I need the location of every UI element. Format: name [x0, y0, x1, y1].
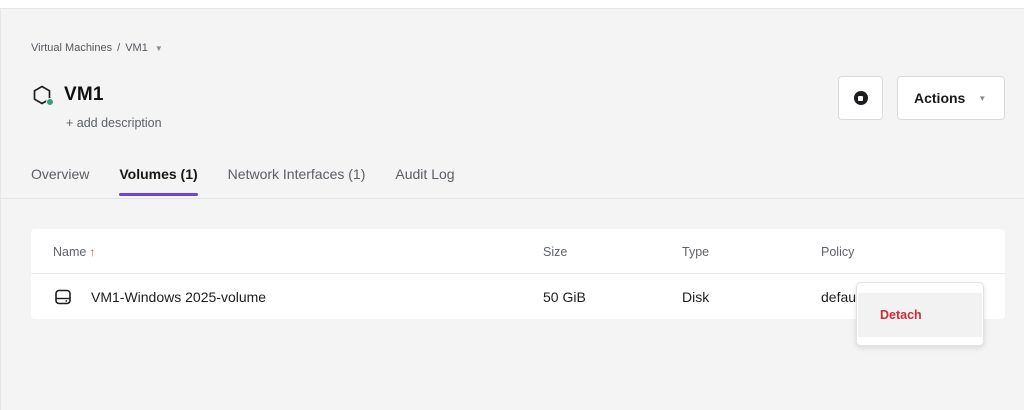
breadcrumb-parent-link[interactable]: Virtual Machines — [31, 42, 112, 54]
actions-label: Actions — [914, 90, 966, 106]
column-header-size[interactable]: Size — [543, 245, 567, 259]
row-context-menu: Detach — [856, 282, 984, 346]
top-bar-edge — [0, 0, 1024, 9]
tab-volumes[interactable]: Volumes (1) — [119, 166, 198, 196]
vm-cube-icon — [31, 84, 54, 106]
stop-button[interactable] — [838, 76, 883, 120]
detach-menu-item[interactable]: Detach — [858, 293, 982, 337]
volume-type: Disk — [682, 289, 710, 305]
breadcrumb-separator: / — [117, 42, 121, 54]
sort-ascending-icon[interactable]: ↑ — [89, 245, 95, 259]
left-panel-edge — [0, 9, 1, 410]
column-header-type[interactable]: Type — [682, 245, 709, 259]
tabs-divider — [0, 198, 1024, 199]
page-title: VM1 — [64, 84, 104, 105]
tab-network-interfaces[interactable]: Network Interfaces (1) — [228, 166, 366, 195]
column-header-policy[interactable]: Policy — [821, 245, 854, 259]
tab-audit-log[interactable]: Audit Log — [395, 166, 454, 195]
tab-overview[interactable]: Overview — [31, 166, 89, 195]
page-header: VM1 — [31, 84, 104, 106]
tab-bar: Overview Volumes (1) Network Interfaces … — [31, 166, 485, 196]
chevron-down-icon: ▼ — [978, 93, 987, 103]
actions-dropdown-button[interactable]: Actions ▼ — [897, 76, 1005, 120]
table-header: Name ↑ Size Type Policy — [31, 229, 1005, 274]
chevron-down-icon[interactable]: ▼ — [155, 44, 163, 53]
stop-icon — [853, 91, 868, 105]
column-header-name-label: Name — [53, 245, 87, 259]
disk-icon — [54, 288, 72, 306]
status-dot — [46, 98, 54, 106]
column-header-name[interactable]: Name ↑ — [53, 245, 95, 259]
add-description-link[interactable]: + add description — [66, 116, 162, 130]
breadcrumb: Virtual Machines / VM1 ▼ — [31, 42, 163, 54]
volume-size: 50 GiB — [543, 289, 586, 305]
breadcrumb-current[interactable]: VM1 — [125, 42, 148, 54]
volume-policy: defau — [821, 289, 857, 305]
volume-name-link[interactable]: VM1-Windows 2025-volume — [91, 289, 266, 305]
